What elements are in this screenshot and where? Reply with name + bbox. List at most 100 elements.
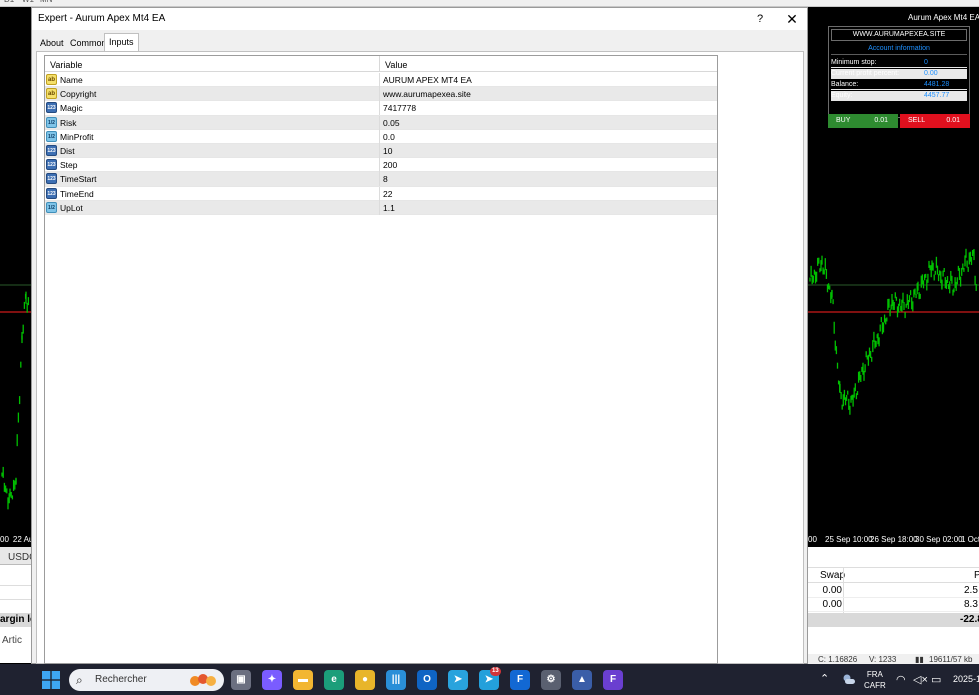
chrome-icon[interactable]: ● <box>355 670 375 690</box>
input-variable-name: Magic <box>60 103 83 114</box>
time-label: 00 <box>808 535 817 544</box>
app-f-icon[interactable]: F <box>510 670 530 690</box>
value-column-header[interactable]: Value <box>385 60 407 70</box>
telegram-icon[interactable]: ➤ <box>448 670 468 690</box>
info-row: Current profit percent: 0.00 <box>831 69 967 79</box>
settings-icon[interactable]: ⚙ <box>541 670 561 690</box>
input-value[interactable]: 0.0 <box>383 132 395 142</box>
windows-start-icon[interactable] <box>42 671 60 689</box>
right-time-axis: 00 25 Sep 10:00 26 Sep 18:00 30 Sep 02:0… <box>808 533 979 547</box>
time-label: 25 Sep 10:00 <box>825 535 873 544</box>
help-button[interactable]: ? <box>747 9 773 29</box>
integer-type-icon: 123 <box>46 102 57 114</box>
input-value[interactable]: 7417778 <box>383 103 416 113</box>
swap-column-header[interactable]: Swap <box>820 570 845 581</box>
table-row[interactable]: 0.00 2.5 <box>808 584 979 598</box>
articles-tab[interactable]: Artic <box>0 633 31 649</box>
timeframe-mn[interactable]: MN <box>40 0 52 4</box>
dialog-title: Expert - Aurum Apex Mt4 EA <box>38 13 166 24</box>
profit-column-header[interactable]: P <box>974 570 979 581</box>
windows-taskbar: ⌕ Rechercher ▣ ✦ ▬ e ● ||| O ➤ ➤ 13 F ⚙ ▲ F ⌃ FRA CAFR… <box>0 664 979 695</box>
input-row[interactable]: 1/2 Risk 0.05 <box>45 115 717 130</box>
input-row[interactable]: 1/2 MinProfit 0.0 <box>45 129 717 144</box>
tab-about[interactable]: About <box>36 35 68 52</box>
timeframe-d1[interactable]: D1 <box>4 0 14 4</box>
metatrader-icon[interactable]: ▲ <box>572 670 592 690</box>
status-volume: V: 1233 <box>869 655 897 664</box>
time-label: 22 Aug <box>12 535 31 544</box>
input-value[interactable]: 1.1 <box>383 203 395 213</box>
tray-chevron-icon[interactable]: ⌃ <box>820 672 829 685</box>
close-button[interactable]: ✕ <box>779 9 805 29</box>
trade-table-header: Swap P <box>808 567 979 583</box>
battery-icon[interactable]: ▭ <box>931 673 941 686</box>
edge-icon[interactable]: e <box>324 670 344 690</box>
wifi-icon[interactable]: ◠ <box>896 673 906 686</box>
search-highlight-icon <box>190 674 216 686</box>
task-view-icon[interactable]: ▣ <box>231 670 251 690</box>
search-icon: ⌕ <box>76 673 83 687</box>
integer-type-icon: 123 <box>46 187 57 199</box>
input-value[interactable]: 0.05 <box>383 118 400 128</box>
left-price-chart[interactable] <box>0 7 31 533</box>
language-indicator[interactable]: FRA CAFR <box>864 669 886 691</box>
time-label: 00 <box>0 535 9 544</box>
integer-type-icon: 123 <box>46 159 57 171</box>
app-bars-icon[interactable]: ||| <box>386 670 406 690</box>
input-row[interactable]: 123 Step 200 <box>45 158 717 173</box>
info-row: Minimum stop: 0 <box>831 58 967 68</box>
integer-type-icon: 123 <box>46 173 57 185</box>
double-type-icon: 1/2 <box>46 116 57 128</box>
taskbar-search[interactable]: ⌕ Rechercher <box>69 669 224 691</box>
telegram-alt-icon[interactable]: ➤ 13 <box>479 667 501 690</box>
left-candles <box>0 284 31 510</box>
input-value[interactable]: 200 <box>383 160 397 170</box>
forex-app-icon[interactable]: F <box>603 670 623 690</box>
file-explorer-icon[interactable]: ▬ <box>293 670 313 690</box>
input-row[interactable]: 123 Magic 7417778 <box>45 101 717 116</box>
double-type-icon: 1/2 <box>46 201 57 213</box>
right-price-chart[interactable]: Aurum Apex Mt4 EA ☺ WWW.AURUMAPEXEA.SITE… <box>808 7 979 533</box>
tab-inputs[interactable]: Inputs <box>104 33 139 52</box>
integer-type-icon: 123 <box>46 144 57 156</box>
input-row[interactable]: ab Copyright www.aurumapexea.site <box>45 87 717 102</box>
inputs-rows: ab Name AURUM APEX MT4 EA ab Copyright www.au… <box>45 73 717 215</box>
input-value[interactable]: AURUM APEX MT4 EA <box>383 75 472 85</box>
grid-header: Variable Value <box>45 56 717 72</box>
weather-icon[interactable] <box>842 673 856 685</box>
input-variable-name: Dist <box>60 145 75 156</box>
chart-title: Aurum Apex Mt4 EA ☺ <box>908 13 979 22</box>
input-row[interactable]: 1/2 UpLot 1.1 <box>45 200 717 215</box>
symbol-tab[interactable]: USDC <box>0 547 31 565</box>
dialog-titlebar[interactable]: Expert - Aurum Apex Mt4 EA ? ✕ <box>32 8 807 30</box>
input-variable-name: UpLot <box>60 202 83 213</box>
input-value[interactable]: 8 <box>383 174 388 184</box>
info-row: Equity: 4457.77 <box>831 91 967 101</box>
string-type-icon: ab <box>46 88 57 100</box>
input-row[interactable]: 123 TimeEnd 22 <box>45 186 717 201</box>
inputs-panel: Variable Value ab Name AURUM APEX MT4 EA ab… <box>36 51 804 664</box>
input-row[interactable]: 123 Dist 10 <box>45 143 717 159</box>
clock[interactable]: 2025-1 <box>953 674 979 684</box>
outlook-icon[interactable]: O <box>417 670 437 690</box>
ea-info-panel: WWW.AURUMAPEXEA.SITE Account information… <box>828 26 970 118</box>
input-value[interactable]: www.aurumapexea.site <box>383 89 471 99</box>
input-row[interactable]: ab Name AURUM APEX MT4 EA <box>45 73 717 88</box>
terminal-panel-right: Swap P 0.002.5 0.008.3 -22.8 <box>808 547 979 663</box>
account-info-header: Account information <box>831 43 967 55</box>
time-label: 1 Oct <box>961 535 979 544</box>
volume-muted-icon[interactable]: ◁× <box>913 673 928 686</box>
time-label: 26 Sep 18:00 <box>870 535 918 544</box>
buy-button[interactable]: BUY 0.01 <box>828 114 898 128</box>
timeframe-w1[interactable]: W1 <box>22 0 34 4</box>
input-value[interactable]: 10 <box>383 146 392 156</box>
input-row[interactable]: 123 TimeStart 8 <box>45 172 717 187</box>
status-bar: C: 1.16826 V: 1233 ▮▮ 19611/57 kb <box>808 654 979 664</box>
variable-column-header[interactable]: Variable <box>50 60 82 70</box>
table-row[interactable]: 0.00 8.3 <box>808 598 979 612</box>
sell-button[interactable]: SELL 0.01 <box>900 114 970 128</box>
input-value[interactable]: 22 <box>383 189 392 199</box>
status-traffic: 19611/57 kb <box>929 655 973 664</box>
copilot-icon[interactable]: ✦ <box>262 670 282 690</box>
terminal-panel-left: USDC argin le Artic <box>0 547 31 663</box>
